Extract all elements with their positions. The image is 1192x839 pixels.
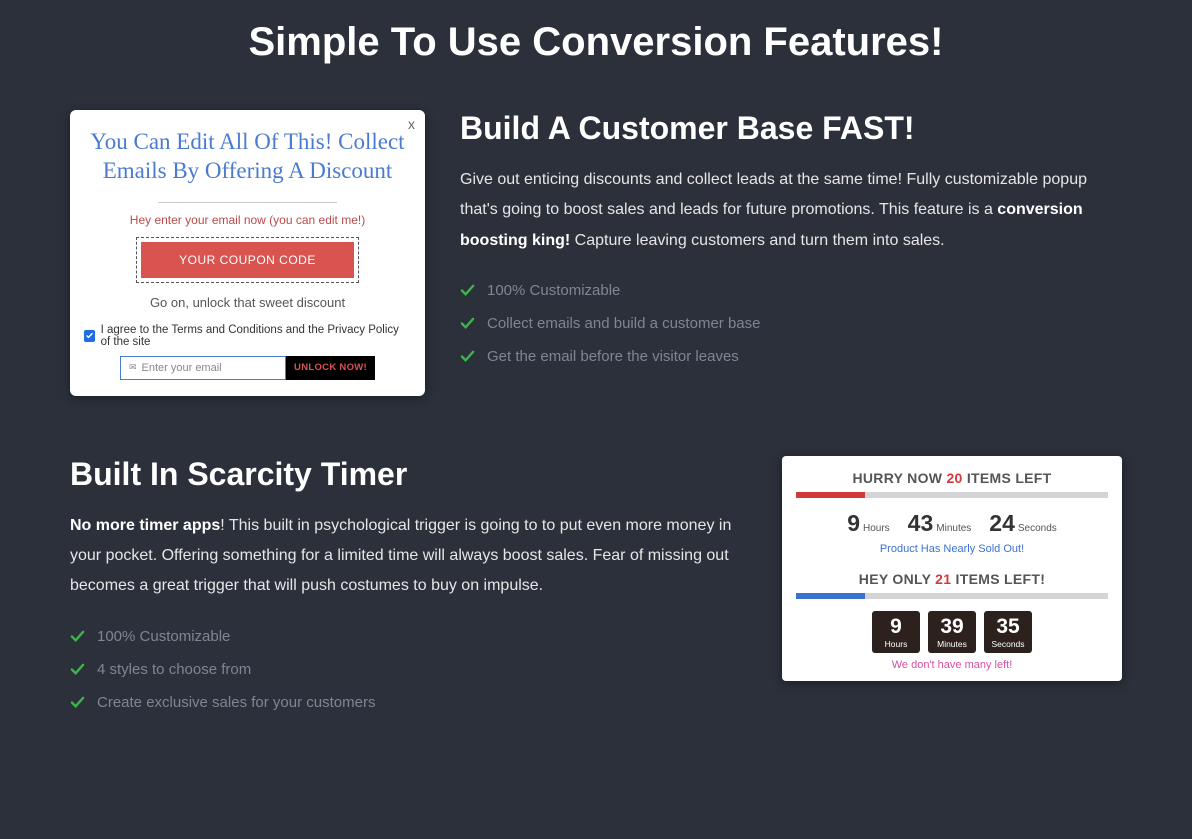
timer-digits-1: 9Hours 43Minutes 24Seconds — [796, 510, 1108, 537]
check-icon — [70, 629, 85, 644]
email-input[interactable]: ✉ Enter your email — [120, 356, 286, 380]
flip-hours: 9Hours — [872, 611, 920, 653]
list-item: Get the email before the visitor leaves — [460, 340, 1122, 373]
list-item: 100% Customizable — [70, 620, 747, 653]
email-placeholder: Enter your email — [142, 362, 222, 374]
mail-icon: ✉ — [129, 362, 137, 373]
close-icon[interactable]: x — [408, 116, 415, 132]
list-item: Collect emails and build a customer base — [460, 307, 1122, 340]
check-icon — [460, 283, 475, 298]
section2-heading: Built In Scarcity Timer — [70, 456, 747, 493]
agree-row: I agree to the Terms and Conditions and … — [84, 324, 411, 348]
check-icon — [460, 349, 475, 364]
unlock-button[interactable]: UNLOCK NOW! — [286, 356, 375, 380]
timer-head-2: HEY ONLY 21 ITEMS LEFT! — [796, 571, 1108, 587]
section1-text: Build A Customer Base FAST! Give out ent… — [460, 110, 1122, 373]
list-item: 4 styles to choose from — [70, 653, 747, 686]
timer-head-1: HURRY NOW 20 ITEMS LEFT — [796, 470, 1108, 486]
progress-bar-1 — [796, 492, 1108, 498]
page-title: Simple To Use Conversion Features! — [70, 20, 1122, 65]
feature-row-popup: x You Can Edit All Of This! Collect Emai… — [70, 110, 1122, 396]
agree-checkbox[interactable] — [84, 330, 95, 342]
section2-bullets: 100% Customizable 4 styles to choose fro… — [70, 620, 747, 719]
agree-text: I agree to the Terms and Conditions and … — [101, 324, 411, 348]
flip-minutes: 39Minutes — [928, 611, 976, 653]
popup-subtext: Go on, unlock that sweet discount — [84, 295, 411, 310]
check-icon — [460, 316, 475, 331]
popup-hint: Hey enter your email now (you can edit m… — [84, 213, 411, 227]
popup-preview-card: x You Can Edit All Of This! Collect Emai… — [70, 110, 425, 396]
coupon-code-box[interactable]: YOUR COUPON CODE — [136, 237, 358, 283]
timer-flip-2: 9Hours 39Minutes 35Seconds — [796, 611, 1108, 653]
section2-text: Built In Scarcity Timer No more timer ap… — [70, 456, 747, 719]
coupon-label: YOUR COUPON CODE — [141, 242, 353, 278]
timer-subtext-1: Product Has Nearly Sold Out! — [796, 543, 1108, 555]
timer-subtext-2: We don't have many left! — [796, 659, 1108, 671]
check-icon — [70, 695, 85, 710]
section2-body: No more timer apps! This built in psycho… — [70, 511, 747, 602]
feature-row-timer: Built In Scarcity Timer No more timer ap… — [70, 456, 1122, 719]
divider — [158, 202, 338, 203]
list-item: 100% Customizable — [460, 274, 1122, 307]
progress-bar-2 — [796, 593, 1108, 599]
popup-title: You Can Edit All Of This! Collect Emails… — [84, 122, 411, 198]
check-icon — [70, 662, 85, 677]
email-row: ✉ Enter your email UNLOCK NOW! — [120, 356, 375, 380]
section1-bullets: 100% Customizable Collect emails and bui… — [460, 274, 1122, 373]
section1-heading: Build A Customer Base FAST! — [460, 110, 1122, 147]
list-item: Create exclusive sales for your customer… — [70, 686, 747, 719]
timer-preview-card: HURRY NOW 20 ITEMS LEFT 9Hours 43Minutes… — [782, 456, 1122, 681]
section1-body: Give out enticing discounts and collect … — [460, 165, 1122, 256]
flip-seconds: 35Seconds — [984, 611, 1032, 653]
